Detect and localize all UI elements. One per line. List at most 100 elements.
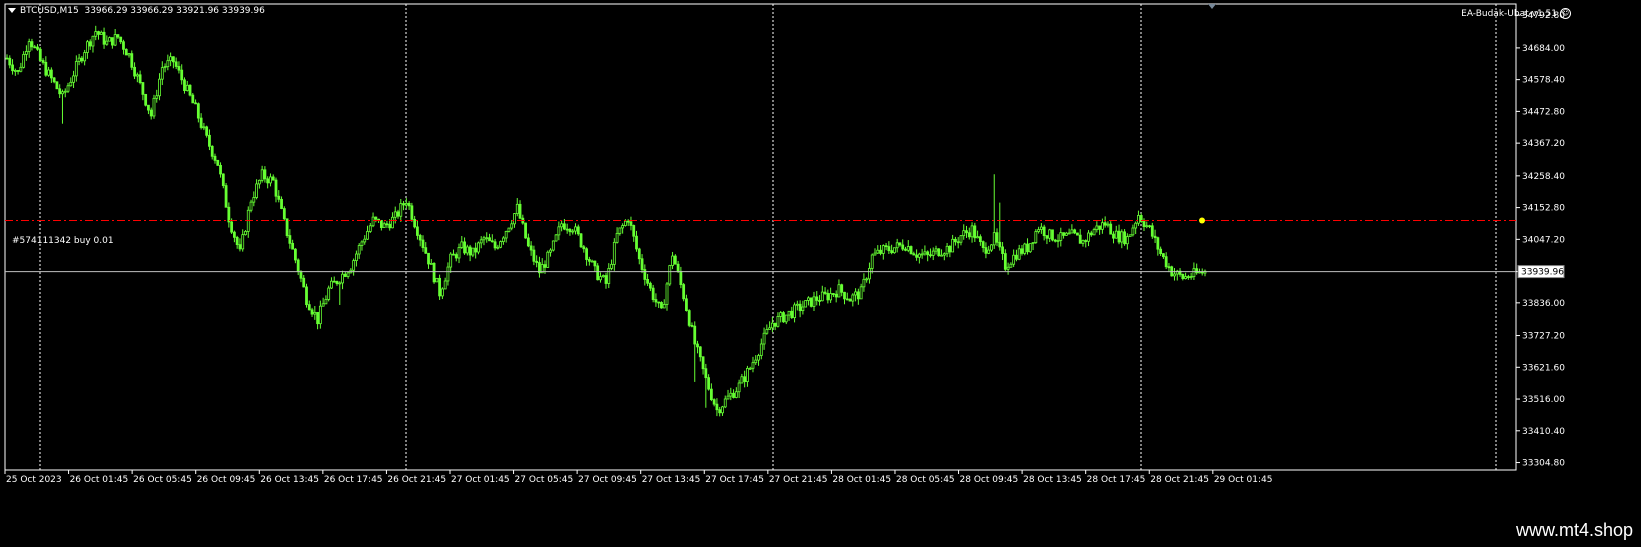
- y-axis-tick-label: 33516.00: [1522, 395, 1565, 405]
- candle-body: [38, 48, 42, 61]
- candle-body: [671, 255, 674, 266]
- candle-body: [271, 176, 275, 181]
- candle-body: [543, 264, 547, 268]
- candle-body: [685, 298, 688, 311]
- candle-body: [1195, 268, 1199, 274]
- candle-body: [612, 241, 616, 265]
- candle-body: [1048, 229, 1052, 239]
- candle-body: [399, 203, 403, 217]
- candle-body: [904, 248, 907, 251]
- candle-body: [1059, 232, 1063, 241]
- candle-body: [1128, 234, 1132, 238]
- candle-body: [252, 197, 256, 203]
- candle-body: [768, 327, 772, 330]
- candle-body: [352, 260, 356, 271]
- chart-window[interactable]: 34792.80 34684.00 34578.40 34472.80 34367.20…: [0, 0, 1641, 516]
- y-axis-tick-label: 34258.40: [1522, 172, 1565, 182]
- candle-body: [657, 301, 661, 304]
- candle-body: [366, 231, 369, 240]
- candle-body: [77, 57, 81, 62]
- candle-body: [1156, 237, 1160, 250]
- candle-body: [596, 265, 600, 281]
- candle-body: [1106, 223, 1110, 226]
- candle-body: [776, 316, 780, 327]
- candle-body: [36, 46, 39, 50]
- candle-body: [280, 198, 283, 209]
- chart-menu-icon[interactable]: [8, 8, 16, 13]
- candle-body: [244, 231, 247, 236]
- candle-body: [183, 79, 186, 91]
- candle-body: [318, 305, 322, 325]
- candle-body: [97, 31, 100, 35]
- candle-body: [893, 247, 896, 254]
- candle-body: [532, 249, 536, 262]
- candle-body: [324, 299, 328, 305]
- candle-body: [88, 41, 92, 47]
- candle-body: [707, 377, 711, 390]
- x-axis-tick-label: 26 Oct 21:45: [387, 475, 446, 485]
- candle-body: [529, 245, 533, 251]
- candle-body: [388, 223, 392, 229]
- candle-body: [965, 230, 968, 234]
- candle-body: [313, 311, 317, 315]
- candle-body: [693, 325, 697, 345]
- candle-body: [185, 84, 189, 91]
- candle-body: [169, 56, 173, 62]
- candle-body: [834, 293, 838, 298]
- candle-body: [424, 247, 428, 254]
- order-entry-marker[interactable]: [1199, 217, 1205, 224]
- candle-body: [141, 82, 145, 95]
- candle-body: [571, 230, 575, 233]
- candle-body: [599, 276, 602, 281]
- candle-body: [984, 247, 988, 254]
- candle-body: [998, 241, 1002, 248]
- candle-body: [582, 246, 586, 250]
- candle-body: [446, 266, 450, 282]
- candle-body: [144, 93, 148, 106]
- candle-body: [1039, 226, 1043, 230]
- candle-body: [391, 216, 394, 229]
- watermark-text: www.mt4.shop: [1515, 520, 1633, 540]
- candle-body: [624, 220, 627, 226]
- candle-body: [413, 218, 417, 228]
- candle-body: [113, 34, 117, 46]
- candle-body: [443, 280, 447, 290]
- candle-body: [232, 231, 236, 238]
- candle-body: [501, 237, 505, 242]
- candle-body: [779, 312, 783, 317]
- candle-body: [956, 241, 960, 244]
- candle-body: [241, 234, 245, 250]
- chart-shift-marker[interactable]: [1208, 4, 1216, 9]
- candle-body: [99, 31, 103, 35]
- candle-body: [1123, 231, 1126, 245]
- candle-body: [1184, 276, 1187, 279]
- candle-body: [676, 263, 680, 272]
- candle-body: [396, 211, 400, 217]
- y-axis-tick-label: 34578.40: [1522, 76, 1565, 86]
- candle-body: [746, 368, 749, 382]
- candle-body: [906, 246, 910, 251]
- candle-body: [687, 310, 691, 326]
- candle-body: [213, 155, 217, 161]
- candle-body: [510, 223, 514, 229]
- candle-body: [917, 253, 921, 258]
- candle-body: [5, 57, 9, 60]
- candle-body: [1114, 230, 1118, 239]
- candle-body: [438, 277, 442, 297]
- x-axis-tick-label: 28 Oct 05:45: [896, 475, 955, 485]
- expert-advisor-label[interactable]: EA-Budak-Ubat-v1.51 ☺: [1461, 8, 1571, 19]
- symbol-timeframe: BTCUSD,M15: [20, 6, 79, 16]
- candlestick-chart[interactable]: 34792.8034684.0034578.4034472.8034367.20…: [0, 0, 1641, 516]
- candle-body: [63, 90, 67, 93]
- candle-body: [208, 134, 211, 147]
- candle-body: [870, 254, 874, 269]
- candle-body: [1109, 223, 1113, 235]
- candle-body: [393, 211, 397, 218]
- candle-body: [149, 109, 153, 117]
- candle-body: [970, 225, 974, 238]
- candle-body: [787, 310, 791, 316]
- order-line-label[interactable]: #574111342 buy 0.01: [12, 236, 114, 246]
- candle-body: [524, 222, 527, 239]
- candle-body: [371, 216, 375, 227]
- y-axis-tick-label: 33304.80: [1522, 459, 1565, 469]
